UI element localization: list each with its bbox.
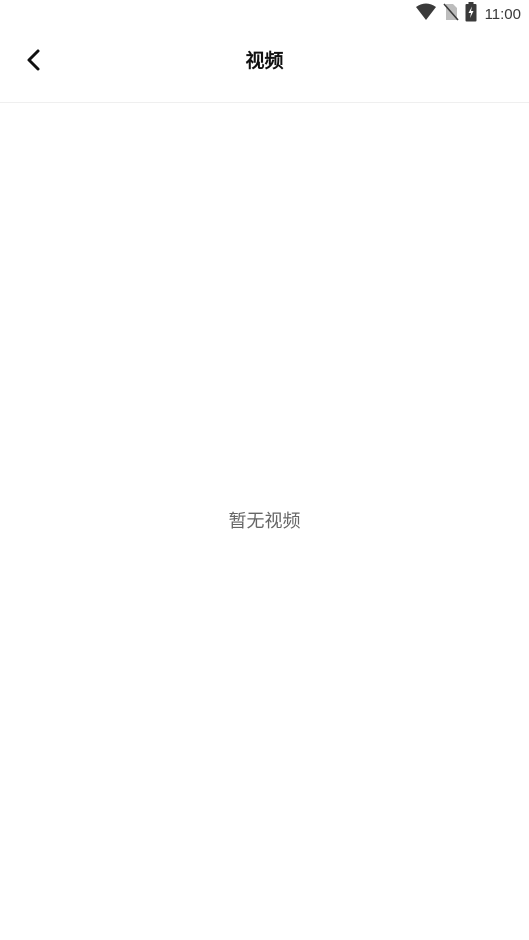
status-bar: 11:00 [0,0,529,28]
status-icons: 11:00 [415,2,521,26]
wifi-icon [415,3,437,25]
battery-charging-icon [465,2,477,26]
empty-state-message: 暂无视频 [228,511,301,532]
page-title: 视频 [245,50,284,72]
status-time: 11:00 [484,5,521,23]
app-header: 视频 [0,28,529,103]
no-sim-icon [442,3,459,25]
